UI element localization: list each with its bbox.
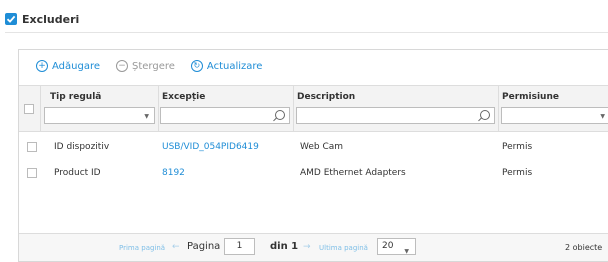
column-divider xyxy=(40,86,41,131)
select-all-checkbox[interactable] xyxy=(24,104,34,114)
arrow-right-icon[interactable]: → xyxy=(303,242,311,252)
page-number-input[interactable]: 1 xyxy=(224,238,255,255)
exclusions-panel: + Adăugare − Ștergere ↻ Actualizare Tip … xyxy=(18,49,608,262)
grid-header: Tip regulă Excepție Description Permisiu… xyxy=(19,85,608,132)
chevron-down-icon: ▼ xyxy=(404,248,409,255)
rule-type-cell: ID dispozitiv xyxy=(54,142,110,152)
table-row[interactable]: Product ID 8192 AMD Ethernet Adapters Pe… xyxy=(19,160,608,186)
row-checkbox[interactable] xyxy=(27,168,37,178)
first-page-link[interactable]: Prima pagină xyxy=(119,244,165,252)
page-label: Pagina xyxy=(187,241,221,252)
search-icon xyxy=(275,110,285,120)
permission-filter-select[interactable]: ▼ xyxy=(501,107,608,124)
pagination-bar: Prima pagină ← Pagina 1 din 1 → Ultima p… xyxy=(19,233,608,261)
section-title: Excluderi xyxy=(22,12,80,26)
exception-link[interactable]: USB/VID_054PID6419 xyxy=(162,142,259,152)
column-divider xyxy=(158,86,159,131)
column-divider xyxy=(498,86,499,131)
column-header-description[interactable]: Description xyxy=(297,92,355,102)
chevron-down-icon: ▼ xyxy=(600,113,605,120)
toolbar: + Adăugare − Ștergere ↻ Actualizare xyxy=(36,59,278,73)
page-count-label: din 1 xyxy=(270,241,299,252)
delete-button[interactable]: − Ștergere xyxy=(116,60,175,72)
permission-cell: Permis xyxy=(502,168,533,178)
minus-circle-icon: − xyxy=(116,60,128,72)
column-header-permission[interactable]: Permisiune xyxy=(502,92,559,102)
exception-filter-input[interactable] xyxy=(160,107,290,124)
page-size-select[interactable]: 20 ▼ xyxy=(377,238,416,255)
last-page-link[interactable]: Ultima pagină xyxy=(319,244,368,252)
description-cell: AMD Ethernet Adapters xyxy=(300,168,406,178)
page-size-value: 20 xyxy=(382,241,394,251)
header-divider xyxy=(5,32,608,33)
arrow-left-icon[interactable]: ← xyxy=(172,242,180,252)
add-button-label: Adăugare xyxy=(52,60,100,72)
chevron-down-icon: ▼ xyxy=(144,113,149,120)
search-icon xyxy=(480,110,490,120)
column-header-exception[interactable]: Excepție xyxy=(162,92,205,102)
refresh-icon: ↻ xyxy=(190,60,203,72)
row-checkbox[interactable] xyxy=(27,142,37,152)
column-divider xyxy=(293,86,294,131)
description-cell: Web Cam xyxy=(300,142,344,152)
description-filter-input[interactable] xyxy=(296,107,495,124)
rule-type-cell: Product ID xyxy=(54,168,101,178)
type-filter-select[interactable]: ▼ xyxy=(44,107,155,124)
column-header-type[interactable]: Tip regulă xyxy=(50,92,101,102)
permission-cell: Permis xyxy=(502,142,533,152)
exclusions-header[interactable]: Excluderi xyxy=(5,11,79,27)
exclusions-checkbox[interactable] xyxy=(5,13,17,25)
table-row[interactable]: ID dispozitiv USB/VID_054PID6419 Web Cam… xyxy=(19,134,608,160)
refresh-button-label: Actualizare xyxy=(206,60,263,72)
exception-link[interactable]: 8192 xyxy=(162,168,185,178)
plus-circle-icon: + xyxy=(36,60,48,72)
delete-button-label: Ștergere xyxy=(132,60,175,72)
refresh-button[interactable]: ↻ Actualizare xyxy=(190,60,263,72)
check-icon xyxy=(6,15,16,23)
total-count: 2 obiecte xyxy=(565,243,603,252)
add-button[interactable]: + Adăugare xyxy=(36,60,100,72)
